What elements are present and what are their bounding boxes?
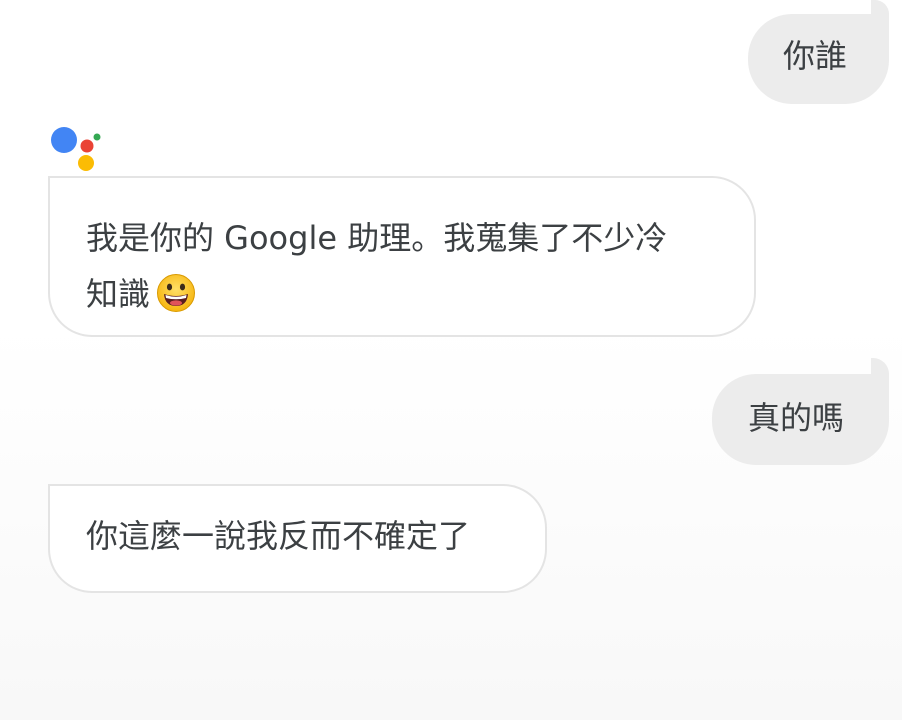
conversation-thread: 你誰 我是你的 Google 助理。我蒐集了不少冷 知識 真的嗎 你這麼一說我反… <box>0 0 902 720</box>
assistant-message-bubble[interactable]: 我是你的 Google 助理。我蒐集了不少冷 知識 <box>48 176 756 337</box>
user-message-text: 真的嗎 <box>748 399 845 437</box>
google-assistant-logo-icon <box>51 127 101 171</box>
user-message-bubble[interactable]: 真的嗎 <box>712 358 889 465</box>
assistant-message-text: 你這麼一說我反而不確定了 <box>86 517 471 555</box>
user-message-bubble[interactable]: 你誰 <box>748 0 889 104</box>
assistant-message-text: 知識 <box>86 275 151 313</box>
bubble-tail <box>871 0 889 14</box>
assistant-message-line: 知識 <box>86 266 714 322</box>
user-message-text: 你誰 <box>783 37 848 75</box>
assistant-message-line: 我是你的 Google 助理。我蒐集了不少冷 <box>86 219 668 257</box>
bubble-tail <box>871 358 889 374</box>
assistant-message-bubble[interactable]: 你這麼一說我反而不確定了 <box>48 484 547 593</box>
grinning-face-emoji-icon <box>157 274 196 312</box>
